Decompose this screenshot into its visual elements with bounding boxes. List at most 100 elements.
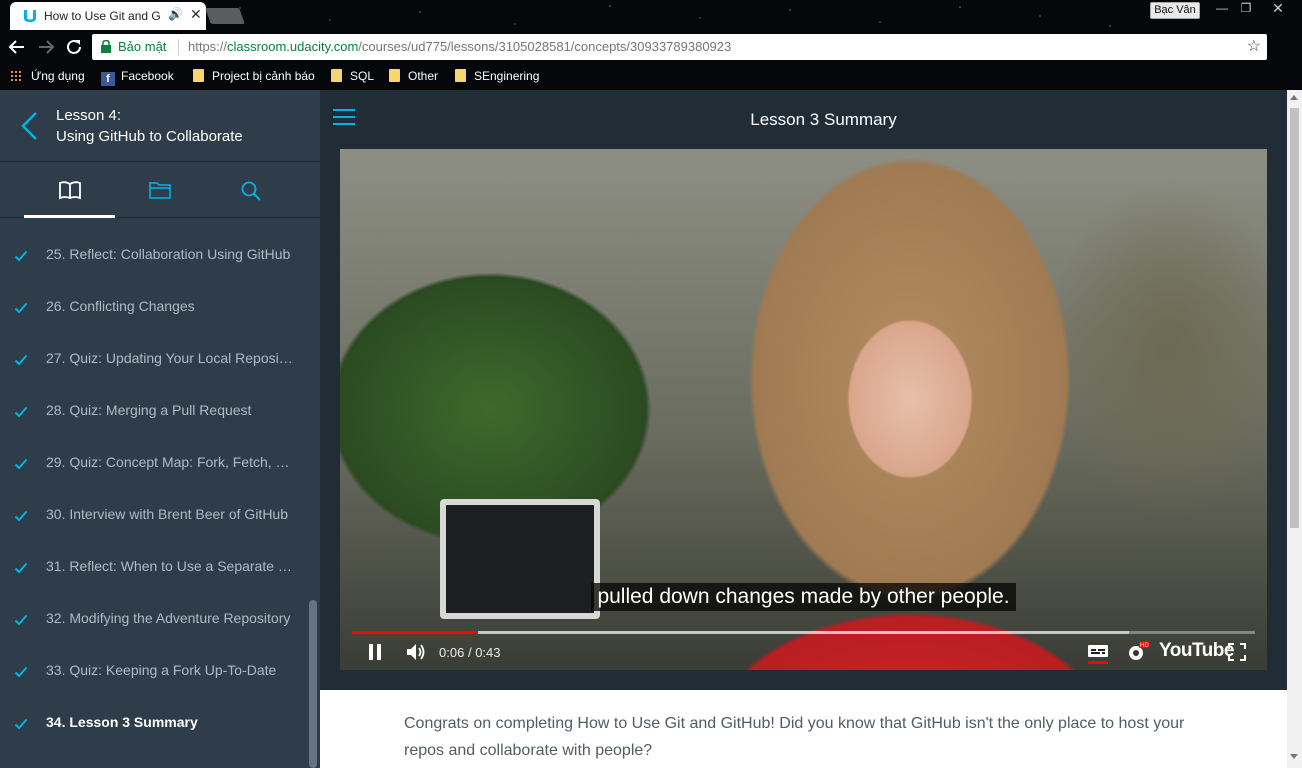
concept-item[interactable]: 29. Quiz: Concept Map: Fork, Fetch, Merg… — [0, 444, 308, 496]
folder-icon — [455, 69, 466, 82]
checkmark-icon — [14, 562, 28, 574]
tab-resources[interactable] — [115, 162, 206, 218]
sidebar-scrollbar-thumb[interactable] — [309, 600, 317, 768]
video-player[interactable]: pulled down changes made by other people… — [340, 149, 1267, 670]
page-scrollbar[interactable] — [1287, 90, 1302, 768]
folder-icon — [389, 69, 400, 82]
udacity-favicon-icon — [24, 10, 36, 22]
video-time: 0:06 / 0:43 — [439, 645, 501, 660]
bookmark-label: Ứng dụng — [31, 69, 85, 83]
time-total: 0:43 — [475, 645, 501, 660]
concept-label: 31. Reflect: When to Use a Separate Bran… — [46, 558, 296, 574]
folder-icon — [331, 69, 342, 82]
bookmark-label: SQL — [350, 69, 375, 83]
lesson-number: Lesson 4: — [56, 107, 122, 124]
address-bar[interactable]: Bảo mật https://classroom.udacity.com/co… — [92, 34, 1267, 60]
played-bar — [352, 631, 479, 634]
bookmark-label: SEnginering — [474, 69, 540, 83]
page-scrollbar-thumb[interactable] — [1290, 108, 1299, 528]
tab-concepts[interactable] — [24, 162, 115, 218]
fullscreen-icon[interactable] — [1227, 640, 1247, 664]
concept-item[interactable]: 33. Quiz: Keeping a Fork Up-To-Date — [0, 652, 308, 704]
time-current: 0:06 — [439, 645, 465, 660]
page-title: Lesson 3 Summary — [750, 110, 897, 129]
concept-body-text: Congrats on completing How to Use Git an… — [404, 715, 1185, 759]
bookmark-star-icon[interactable]: ☆ — [1247, 36, 1261, 56]
forward-arrow-icon[interactable] — [35, 36, 57, 58]
concept-item[interactable]: 26. Conflicting Changes — [0, 288, 308, 340]
captions-icon[interactable] — [1087, 640, 1109, 664]
bookmark-project[interactable]: Project bị cảnh báo — [193, 69, 315, 83]
facebook-icon: f — [101, 72, 115, 86]
restore-icon[interactable]: ❐ — [1233, 0, 1259, 18]
audio-playing-icon[interactable]: 🔊 — [168, 7, 183, 21]
profile-button[interactable]: Bạc Vân — [1150, 2, 1200, 19]
new-tab-button[interactable] — [205, 8, 245, 24]
checkmark-icon — [14, 510, 28, 522]
bookmark-other[interactable]: Other — [389, 69, 438, 83]
concept-label: 32. Modifying the Adventure Repository — [46, 610, 291, 626]
url-text[interactable]: https://classroom.udacity.com/courses/ud… — [188, 39, 731, 54]
back-chevron-icon[interactable] — [18, 110, 40, 142]
browser-titlebar: How to Use Git and G 🔊 ✕ Bạc Vân — ❐ ✕ — [0, 0, 1302, 30]
checkmark-icon — [14, 718, 28, 730]
folder-icon — [193, 69, 204, 82]
book-icon — [59, 181, 81, 200]
lock-icon — [101, 40, 111, 53]
concept-item[interactable]: 32. Modifying the Adventure Repository — [0, 600, 308, 652]
bookmark-senginering[interactable]: SEnginering — [455, 69, 539, 83]
checkmark-icon — [14, 406, 28, 418]
tab-close-icon[interactable]: ✕ — [190, 6, 202, 23]
concept-list: 25. Reflect: Collaboration Using GitHub … — [0, 236, 308, 756]
url-scheme: https:// — [188, 39, 228, 54]
window-close-icon[interactable]: ✕ — [1265, 0, 1291, 18]
concept-label: 29. Quiz: Concept Map: Fork, Fetch, Merg… — [46, 454, 296, 470]
scroll-down-icon[interactable] — [1290, 754, 1298, 759]
folder-outline-icon — [149, 182, 171, 199]
concept-label: 34. Lesson 3 Summary — [46, 714, 198, 730]
browser-tab-active[interactable]: How to Use Git and G 🔊 ✕ — [10, 2, 206, 30]
back-arrow-icon[interactable] — [6, 36, 28, 58]
tab-search[interactable] — [206, 162, 297, 218]
checkmark-icon — [14, 250, 28, 262]
concept-label: 25. Reflect: Collaboration Using GitHub — [46, 246, 291, 262]
concept-label: 30. Interview with Brent Beer of GitHub — [46, 506, 288, 522]
concept-item[interactable]: 30. Interview with Brent Beer of GitHub — [0, 496, 308, 548]
bookmarks-bar: Ứng dụng f Facebook Project bị cảnh báo S… — [0, 63, 1302, 90]
concept-label: 27. Quiz: Updating Your Local Repository — [46, 350, 296, 366]
sidebar-tabs — [0, 162, 320, 218]
concept-item[interactable]: 25. Reflect: Collaboration Using GitHub — [0, 236, 308, 288]
video-subtitle: pulled down changes made by other people… — [340, 583, 1267, 611]
concept-label: 26. Conflicting Changes — [46, 298, 195, 314]
concept-label: 33. Quiz: Keeping a Fork Up-To-Date — [46, 662, 277, 678]
checkmark-icon — [14, 666, 28, 678]
settings-gear-icon[interactable]: HD — [1125, 640, 1149, 664]
concept-item[interactable]: 31. Reflect: When to Use a Separate Bran… — [0, 548, 308, 600]
main-content: Lesson 3 Summary pulled down changes mad… — [320, 90, 1287, 768]
url-host: classroom.udacity.com — [227, 39, 359, 54]
concept-item[interactable]: 27. Quiz: Updating Your Local Repository — [0, 340, 308, 392]
concept-item-current[interactable]: 34. Lesson 3 Summary — [0, 704, 308, 756]
bookmark-sql[interactable]: SQL — [331, 69, 374, 83]
youtube-logo[interactable]: YouTube — [1159, 640, 1234, 662]
pause-icon[interactable] — [366, 640, 386, 664]
secure-label: Bảo mật — [118, 39, 167, 54]
checkmark-icon — [14, 614, 28, 626]
video-progress-bar[interactable] — [352, 631, 1255, 634]
checkmark-icon — [14, 354, 28, 366]
checkmark-icon — [14, 458, 28, 470]
reload-icon[interactable] — [63, 36, 85, 58]
time-separator: / — [467, 645, 472, 660]
tab-title: How to Use Git and G — [44, 9, 161, 23]
bookmark-apps[interactable]: Ứng dụng — [10, 69, 85, 83]
minimize-icon[interactable]: — — [1209, 0, 1235, 18]
volume-icon[interactable] — [404, 640, 428, 664]
concept-text-card: Congrats on completing How to Use Git an… — [320, 690, 1287, 768]
svg-text:HD: HD — [1140, 643, 1149, 649]
bookmark-facebook[interactable]: f Facebook — [101, 69, 174, 86]
concept-item[interactable]: 28. Quiz: Merging a Pull Request — [0, 392, 308, 444]
bookmark-label: Facebook — [121, 69, 174, 83]
url-path: /courses/ud775/lessons/3105028581/concep… — [358, 39, 732, 54]
scroll-up-icon[interactable] — [1290, 95, 1298, 100]
concept-label: 28. Quiz: Merging a Pull Request — [46, 402, 252, 418]
